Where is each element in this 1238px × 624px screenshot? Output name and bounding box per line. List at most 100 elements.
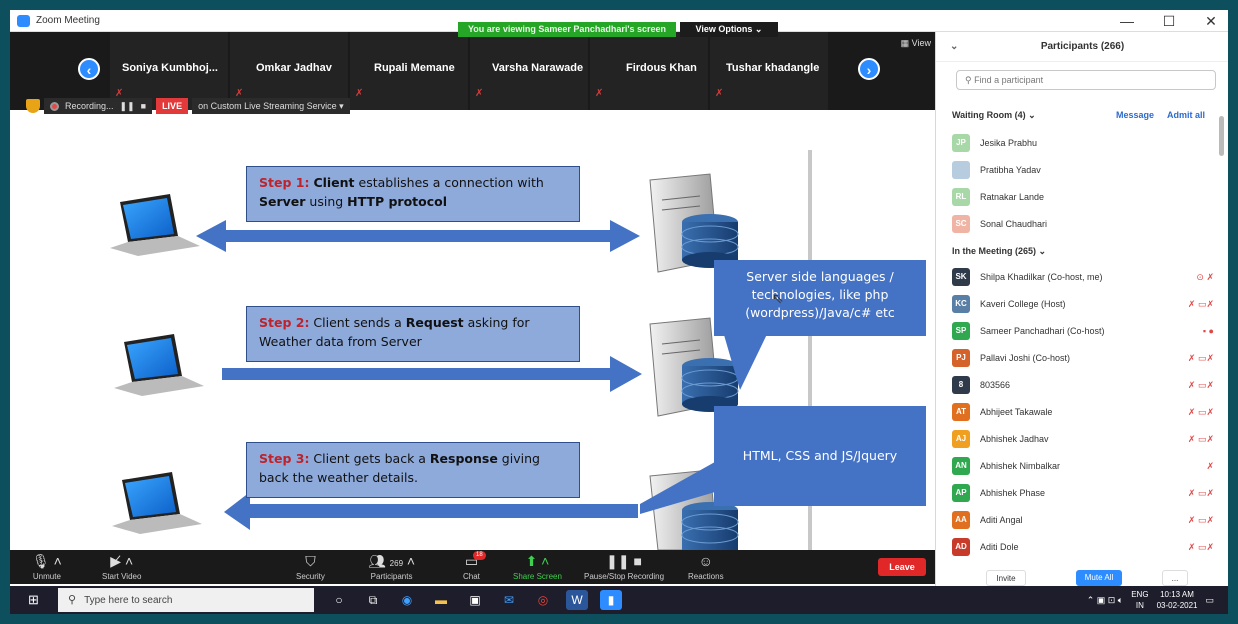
waiting-room-header[interactable]: Waiting Room (4) ⌄ <box>952 110 1036 121</box>
participants-icon: 👥︎ 269 ˄ <box>368 553 416 569</box>
participant-row[interactable]: KC Kaveri College (Host) ✗ ▭✗ <box>952 294 1214 314</box>
avatar: AJ <box>952 430 970 448</box>
reactions-button[interactable]: ☺ Reactions <box>688 553 724 582</box>
participant-name: 803566 <box>980 380 1011 390</box>
muted-mic-icon: ✗ <box>475 88 484 99</box>
leave-button[interactable]: Leave <box>878 558 926 576</box>
store-icon[interactable]: ▣ <box>464 590 486 610</box>
task-view-icon[interactable]: ⧉ <box>362 590 384 610</box>
muted-mic-icon: ✗ <box>355 88 364 99</box>
participant-row[interactable]: AD Aditi Dole ✗ ▭✗ <box>952 537 1214 557</box>
participant-row[interactable]: 8 803566 ✗ ▭✗ <box>952 375 1214 395</box>
windows-start-icon[interactable]: ⊞ <box>28 593 42 607</box>
participant-row[interactable]: AJ Abhishek Jadhav ✗ ▭✗ <box>952 429 1214 449</box>
avatar: AT <box>952 403 970 421</box>
mic-video-status-icon: ▪ ● <box>1202 326 1214 336</box>
video-tile[interactable]: Tushar khadangle ✗ <box>710 32 828 110</box>
mic-video-status-icon: ✗ ▭✗ <box>1187 406 1214 417</box>
chevron-down-icon[interactable]: ⌄ <box>950 32 958 62</box>
avatar: PJ <box>952 349 970 367</box>
tray-icons[interactable]: ⌃ ▣ ⊡ 🔈︎ <box>1087 595 1124 606</box>
cortana-icon[interactable]: ○ <box>328 590 350 610</box>
stop-recording-button[interactable]: ■ <box>141 100 146 112</box>
next-page-button[interactable]: › <box>858 58 880 80</box>
share-screen-button[interactable]: ⬆ ˄ Share Screen <box>513 553 562 582</box>
avatar: KC <box>952 295 970 313</box>
step1-label: Step 1: <box>259 175 310 190</box>
participant-row[interactable]: AA Aditi Angal ✗ ▭✗ <box>952 510 1214 530</box>
pause-recording-button[interactable]: ❚❚ <box>120 100 135 112</box>
participant-row[interactable]: PJ Pallavi Joshi (Co-host) ✗ ▭✗ <box>952 348 1214 368</box>
taskbar-search-placeholder: Type here to search <box>84 595 173 606</box>
video-tile[interactable]: Rupali Memane ✗ <box>350 32 468 110</box>
video-tile[interactable]: Varsha Narawade ✗ <box>470 32 588 110</box>
mic-video-status-icon: ✗ ▭✗ <box>1187 379 1214 390</box>
unmute-button[interactable]: 🎙︎ ˄ Unmute <box>32 553 62 582</box>
recording-bar: Recording... ❚❚ ■ LIVE on Custom Live St… <box>26 98 350 114</box>
participant-search-input[interactable]: ⚲ Find a participant <box>956 70 1216 90</box>
participant-row[interactable]: JP Jesika Prabhu <box>952 133 1214 153</box>
share-screen-label: Share Screen <box>513 572 562 581</box>
window-controls: — ☐ ✕ <box>1118 12 1220 30</box>
step1-text: establishes a connection with <box>354 175 544 190</box>
file-explorer-icon[interactable]: ▬ <box>430 590 452 610</box>
participant-row[interactable]: AN Abhishek Nimbalkar ✗ <box>952 456 1214 476</box>
mail-icon[interactable]: ✉ <box>498 590 520 610</box>
in-meeting-header[interactable]: In the Meeting (265) ⌄ <box>952 246 1046 257</box>
chat-button[interactable]: ▭ 18 Chat <box>463 551 486 582</box>
avatar: AA <box>952 511 970 529</box>
minimize-button[interactable]: — <box>1118 12 1136 30</box>
participant-row[interactable]: SP Sameer Panchadhari (Co-host) ▪ ● <box>952 321 1214 341</box>
search-icon: ⚲ <box>965 75 975 85</box>
panel-header: ⌄ Participants (266) <box>936 32 1228 62</box>
stream-dropdown[interactable]: on Custom Live Streaming Service ▾ <box>192 98 350 114</box>
view-options-button[interactable]: View Options ⌄ <box>680 22 778 37</box>
participant-row[interactable]: SC Sonal Chaudhari <box>952 214 1214 234</box>
language-indicator[interactable]: ENG IN <box>1131 589 1148 611</box>
invite-button[interactable]: Invite <box>986 570 1026 586</box>
tile-name: Omkar Jadhav <box>256 62 332 74</box>
admit-all-button[interactable]: Admit all <box>1167 110 1205 120</box>
notification-icon[interactable]: ▭ <box>1205 595 1214 606</box>
start-video-label: Start Video <box>102 572 142 581</box>
participant-row[interactable]: Pratibha Yadav <box>952 160 1214 180</box>
word-icon[interactable]: W <box>566 590 588 610</box>
zoom-taskbar-icon[interactable]: ▮ <box>600 590 622 610</box>
laptop-icon <box>114 334 204 396</box>
view-button[interactable]: ▦ View <box>901 38 931 49</box>
step1-text: Server <box>259 194 306 209</box>
prev-page-button[interactable]: ‹ <box>78 58 100 80</box>
maximize-button[interactable]: ☐ <box>1160 12 1178 30</box>
record-dot-icon <box>50 101 59 111</box>
pause-stop-recording-button[interactable]: ❚❚ ■ Pause/Stop Recording <box>584 553 664 582</box>
region-label: IN <box>1135 601 1144 610</box>
chrome-icon[interactable]: ◎ <box>532 590 554 610</box>
participant-name: Sonal Chaudhari <box>980 219 1048 229</box>
video-tile[interactable]: Firdous Khan ✗ <box>590 32 708 110</box>
security-label: Security <box>296 572 325 581</box>
participant-name: Abhijeet Takawale <box>980 407 1053 417</box>
mute-all-button[interactable]: Mute All <box>1076 570 1122 586</box>
taskbar-search-input[interactable]: ⚲ Type here to search <box>58 588 314 612</box>
avatar: SC <box>952 215 970 233</box>
mic-video-status-icon: ✗ ▭✗ <box>1187 352 1214 363</box>
tile-name: Firdous Khan <box>626 62 697 74</box>
participant-row[interactable]: AP Abhishek Phase ✗ ▭✗ <box>952 483 1214 503</box>
edge-icon[interactable]: ◉ <box>396 590 418 610</box>
participants-button[interactable]: 👥︎ 269 ˄ Participants <box>368 553 415 582</box>
participant-row[interactable]: RL Ratnakar Lande <box>952 187 1214 207</box>
participant-name: Abhishek Phase <box>980 488 1046 498</box>
participant-row[interactable]: AT Abhijeet Takawale ✗ ▭✗ <box>952 402 1214 422</box>
security-button[interactable]: ⛉ Security <box>296 553 325 582</box>
start-video-button[interactable]: ▶̸ ˄ Start Video <box>102 553 141 582</box>
clock[interactable]: 10:13 AM 03-02-2021 <box>1157 589 1198 611</box>
server-languages-callout: Server side languages / technologies, li… <box>714 260 926 336</box>
meeting-controls: 🎙︎ ˄ Unmute ▶̸ ˄ Start Video ⛉ Security 👥︎ … <box>10 550 935 584</box>
mic-video-status-icon: ✗ ▭✗ <box>1187 487 1214 498</box>
participant-row[interactable]: SK Shilpa Khadilkar (Co-host, me) ⊙ ✗ <box>952 267 1214 287</box>
recording-label: Recording... <box>65 101 114 111</box>
message-button[interactable]: Message <box>1116 110 1154 120</box>
more-button[interactable]: ... <box>1162 570 1188 586</box>
panel-scrollbar[interactable] <box>1219 116 1224 156</box>
close-button[interactable]: ✕ <box>1202 12 1220 30</box>
